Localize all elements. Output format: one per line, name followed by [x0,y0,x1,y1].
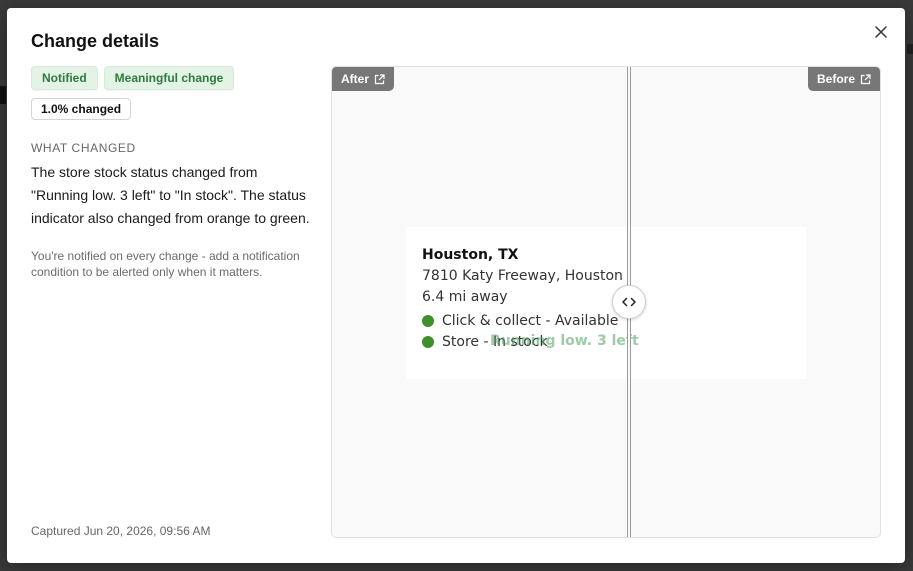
external-link-icon [860,73,871,84]
external-link-icon [374,73,385,84]
store-card: Houston, TX 7810 Katy Freeway, Houston 6… [406,227,806,379]
click-collect-status: Click & collect - Available [442,313,619,329]
before-open-button[interactable]: Before [807,67,880,91]
modal-title: Change details [31,31,160,51]
change-details-modal: Change details Notified Meaningful chang… [7,8,905,563]
close-icon [875,26,887,38]
captured-timestamp: Captured Jun 20, 2026, 09:56 AM [31,524,211,538]
background-page-fragment [907,44,913,54]
notification-note: You're notified on every change - add a … [31,249,300,279]
before-label: Before [816,72,855,86]
arrows-left-right-icon [622,297,636,307]
comparison-slider-handle[interactable] [612,285,646,319]
store-distance: 6.4 mi away [422,289,508,305]
store-stock-row: Store - In stock Running low. 3 left [422,333,790,351]
close-button[interactable] [871,22,891,42]
background-page-fragment [0,86,6,104]
details-column: Notified Meaningful change 1.0% changed … [31,66,316,280]
after-open-button[interactable]: After [332,67,395,91]
meaningful-change-badge: Meaningful change [103,66,235,90]
previous-stock-status-overlay: Running low. 3 left [490,333,639,349]
click-collect-row: Click & collect - Available [422,312,790,330]
change-description: The store stock status changed from "Run… [31,164,310,226]
percent-changed-badge: 1.0% changed [31,98,132,120]
what-changed-heading: WHAT CHANGED [31,141,136,155]
badge-row: Notified Meaningful change [31,66,316,90]
store-name: Houston, TX [422,247,519,263]
after-label: After [341,72,370,86]
store-address: 7810 Katy Freeway, Houston [422,268,623,284]
before-after-comparison[interactable]: After Before Houston, TX 7810 Katy Freew… [331,66,881,538]
status-dot-icon [422,336,434,348]
status-dot-icon [422,315,434,327]
notified-badge: Notified [31,66,98,90]
